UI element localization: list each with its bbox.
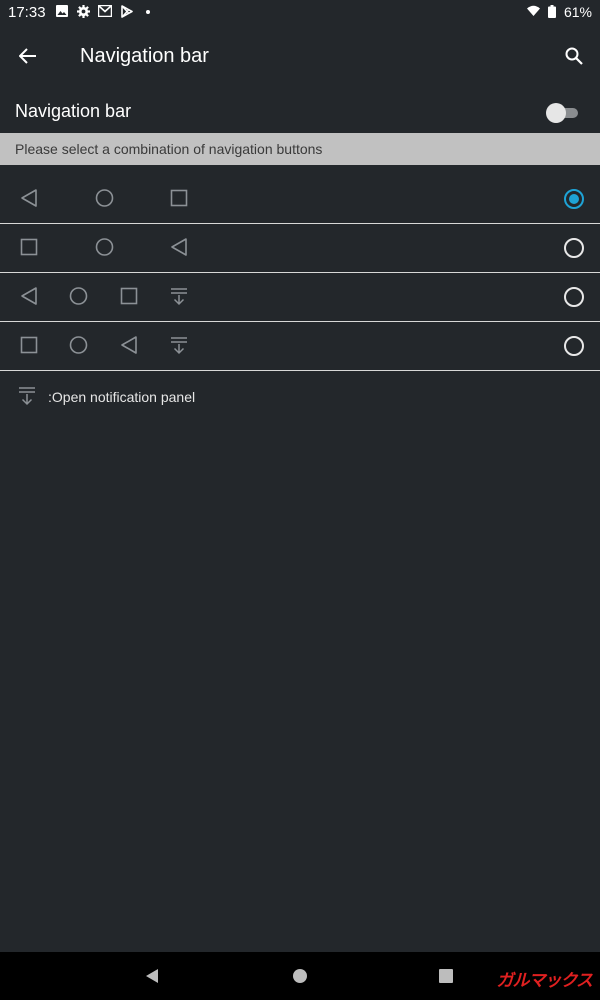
battery-icon [548, 5, 556, 18]
notification-legend: :Open notification panel [0, 383, 600, 411]
screen: 17:33 61% Navigation bar Navigation bar [0, 0, 600, 1000]
status-icons-right: 61% [522, 4, 592, 22]
notification-pull-icon [19, 387, 35, 406]
recents-icon [20, 238, 38, 256]
back-icon [171, 238, 187, 256]
option-row-2[interactable] [0, 224, 600, 273]
option-list [0, 175, 600, 371]
status-bar: 17:33 61% [0, 0, 600, 26]
status-time: 17:33 [8, 4, 46, 21]
radio-button[interactable] [564, 238, 584, 258]
image-icon [56, 5, 68, 17]
switch-label: Navigation bar [15, 101, 132, 121]
recents-icon [120, 287, 138, 305]
battery-percent: 61% [563, 4, 592, 20]
option-row-3[interactable] [0, 273, 600, 322]
section-header-text: Please select a combination of navigatio… [15, 141, 323, 157]
play-store-icon [121, 5, 133, 18]
wifi-icon [527, 5, 540, 16]
recents-icon [170, 189, 188, 207]
back-icon [21, 189, 37, 207]
home-icon [95, 238, 114, 256]
search-button[interactable] [556, 38, 592, 74]
radio-button[interactable] [564, 287, 584, 307]
section-header: Please select a combination of navigatio… [0, 133, 600, 165]
notification-pull-icon [171, 288, 187, 306]
home-icon [69, 287, 88, 305]
radio-button[interactable] [564, 336, 584, 356]
recents-icon [20, 336, 38, 354]
page-title: Navigation bar [80, 45, 209, 67]
navigation-bar-toggle[interactable] [546, 101, 580, 123]
option-row-1[interactable] [0, 175, 600, 224]
radio-button-selected[interactable] [564, 189, 584, 209]
dot-icon [146, 10, 150, 14]
option-row-4[interactable] [0, 322, 600, 371]
system-navigation-bar: ガルマックス [0, 952, 600, 1000]
back-icon [21, 287, 37, 305]
toggle-thumb [546, 103, 566, 123]
home-icon[interactable] [288, 964, 312, 988]
home-icon [95, 189, 114, 207]
back-button[interactable] [10, 38, 46, 74]
gear-icon [77, 5, 90, 18]
watermark: ガルマックス [496, 971, 593, 990]
legend-text: :Open notification panel [48, 389, 196, 405]
recents-icon[interactable] [434, 964, 458, 988]
search-icon [565, 47, 583, 65]
back-icon [121, 336, 137, 354]
home-icon [69, 336, 88, 354]
back-icon[interactable] [140, 964, 164, 988]
app-bar: Navigation bar [0, 26, 600, 86]
arrow-left-icon [19, 48, 36, 64]
radio-dot [569, 194, 579, 204]
notification-pull-icon [171, 337, 187, 355]
gmail-icon [98, 5, 112, 17]
navigation-bar-switch-row[interactable]: Navigation bar [0, 92, 600, 132]
